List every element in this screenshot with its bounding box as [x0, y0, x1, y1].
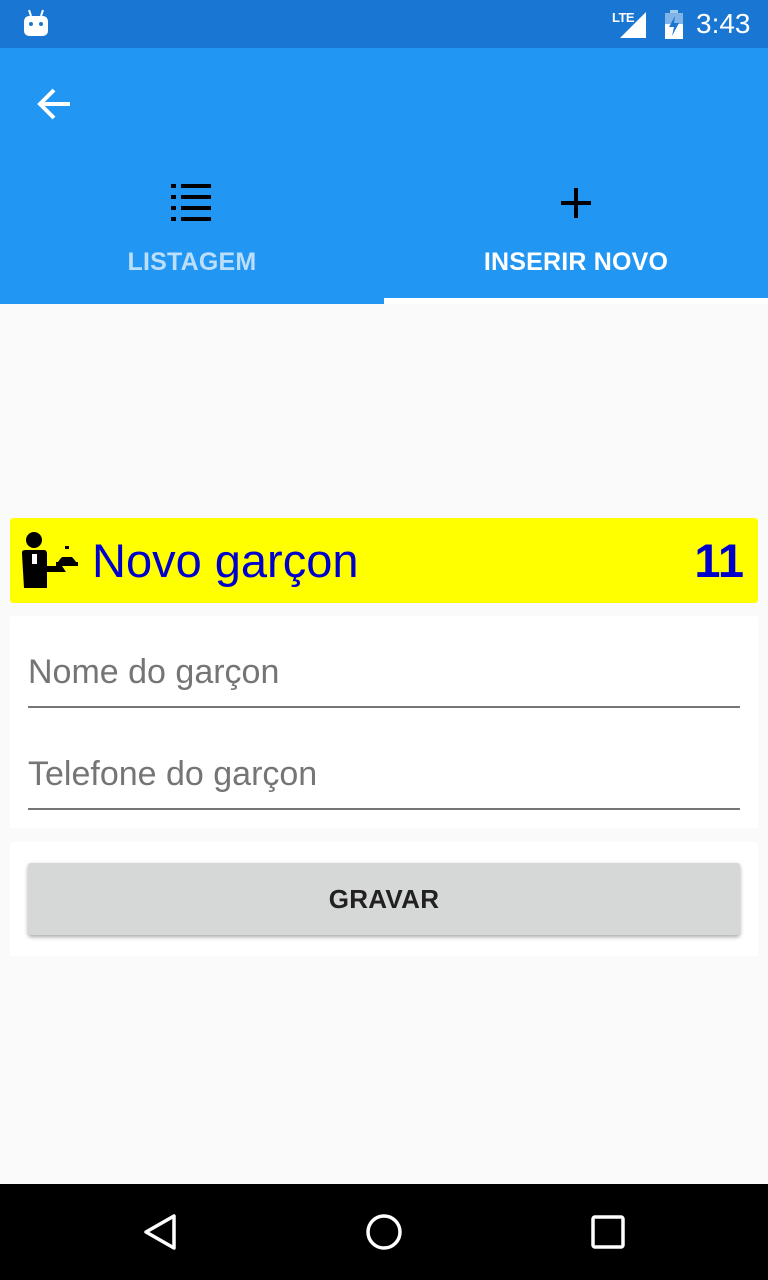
page-title: Novo garçon — [92, 534, 359, 587]
waiter-icon — [22, 532, 78, 588]
header-card: Novo garçon 11 — [10, 518, 758, 603]
plus-icon — [561, 188, 591, 218]
clock: 3:43 — [696, 8, 751, 39]
save-button[interactable]: GRAVAR — [28, 863, 740, 935]
tab-inserir-novo-label: INSERIR NOVO — [483, 248, 669, 276]
signal-icon — [620, 12, 646, 38]
status-bar: LTE 3:43 — [0, 0, 768, 48]
waiter-count: 11 — [694, 534, 744, 587]
arrow-back-icon[interactable] — [28, 78, 80, 130]
app-bar: LISTAGEM INSERIR NOVO — [0, 48, 768, 304]
android-notification-icon — [24, 9, 48, 36]
tab-indicator — [384, 298, 768, 304]
button-card: GRAVAR — [10, 842, 758, 956]
screen: LTE 3:43 LISTAGEM INSERIR NOVO Novo garç… — [0, 0, 768, 1280]
list-icon — [171, 184, 211, 221]
tab-listagem-label: LISTAGEM — [127, 248, 257, 276]
nav-recents-icon[interactable] — [584, 1208, 632, 1256]
tab-listagem[interactable]: LISTAGEM — [0, 160, 384, 300]
waiter-phone-input[interactable] — [28, 746, 740, 810]
tab-inserir-novo[interactable]: INSERIR NOVO — [384, 160, 768, 300]
battery-icon — [665, 10, 683, 39]
navigation-bar — [0, 1184, 768, 1280]
nav-back-icon[interactable] — [136, 1208, 184, 1256]
waiter-name-input[interactable] — [28, 644, 740, 708]
nav-home-icon[interactable] — [360, 1208, 408, 1256]
form-card — [10, 616, 758, 828]
